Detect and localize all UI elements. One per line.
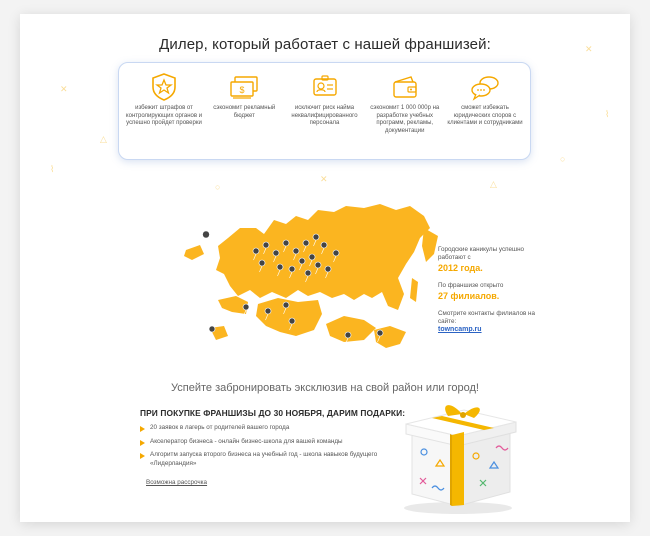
svg-text:$: $ bbox=[240, 85, 245, 95]
gift-box-icon bbox=[404, 405, 517, 514]
gifts-list: 20 заявок в лагерь от родителей вашего г… bbox=[140, 424, 400, 473]
id-card-icon bbox=[312, 75, 337, 96]
benefit-text: исключит риск найма неквалифицированного… bbox=[291, 105, 358, 127]
confetti-decoration: ⌇ bbox=[605, 109, 610, 119]
bullet-triangle-icon bbox=[140, 453, 145, 460]
benefit-item: исключит риск найма неквалифицированного… bbox=[286, 63, 364, 159]
confetti-decoration: ✕ bbox=[60, 84, 68, 94]
gift-box-image bbox=[392, 396, 522, 521]
gift-text: Алгоритм запуска второго бизнеса на учеб… bbox=[150, 451, 378, 467]
installment-link[interactable]: Возможна рассрочка bbox=[146, 479, 207, 486]
confetti-decoration: ✕ bbox=[320, 174, 328, 184]
list-item: 20 заявок в лагерь от родителей вашего г… bbox=[140, 424, 400, 433]
star-badge-icon bbox=[152, 73, 176, 101]
cta-text: Успейте забронировать эксклюзив на свой … bbox=[171, 382, 479, 394]
gift-text: Акселератор бизнеса - онлайн бизнес-школ… bbox=[150, 437, 343, 445]
benefit-text: сэкономит рекламный бюджет bbox=[213, 105, 276, 119]
benefit-text: избежит штрафов от контролирующих органо… bbox=[125, 105, 203, 127]
benefit-item: сможет избежать юридических споров с кли… bbox=[446, 63, 524, 159]
confetti-decoration: ○ bbox=[560, 154, 566, 164]
branches-map bbox=[168, 198, 448, 373]
confetti-decoration: ○ bbox=[215, 182, 221, 192]
money-bills-icon: $ bbox=[230, 76, 258, 99]
confetti-decoration: ⌇ bbox=[50, 164, 55, 174]
benefit-item: $ сэкономит рекламный бюджет bbox=[205, 63, 283, 159]
wallet-icon bbox=[393, 76, 417, 98]
gifts-heading: ПРИ ПОКУПКЕ ФРАНШИЗЫ ДО 30 НОЯБРЯ, ДАРИМ… bbox=[140, 408, 406, 418]
site-link[interactable]: towncamp.ru bbox=[438, 326, 548, 333]
list-item: Алгоритм запуска второго бизнеса на учеб… bbox=[140, 451, 400, 468]
page-title: Дилер, который работает с нашей франшизе… bbox=[159, 36, 491, 53]
stat-year: 2012 года. bbox=[438, 263, 483, 273]
stat-text: Городские каникулы успешно работают с bbox=[438, 246, 525, 261]
confetti-decoration: △ bbox=[490, 179, 497, 189]
benefit-item: сэкономит 1 000 000р на разработке учебн… bbox=[366, 63, 444, 159]
confetti-decoration: △ bbox=[100, 134, 107, 144]
map-pin-icon[interactable] bbox=[202, 230, 210, 247]
gift-text: 20 заявок в лагерь от родителей вашего г… bbox=[150, 424, 290, 431]
benefit-text: сможет избежать юридических споров с кли… bbox=[447, 105, 523, 127]
bullet-triangle-icon bbox=[140, 426, 145, 432]
bullet-triangle-icon bbox=[140, 439, 145, 446]
stat-text: По франшизе открыто bbox=[438, 282, 504, 289]
page-container: ✕ ⌇ △ ✕ ○ ⌇ ✕ ○ △ Дилер, который работае… bbox=[20, 14, 630, 522]
franchise-stats: Городские каникулы успешно работают с 20… bbox=[438, 246, 548, 333]
benefit-text: сэкономит 1 000 000р на разработке учебн… bbox=[370, 105, 440, 134]
stat-branches: 27 филиалов. bbox=[438, 291, 500, 301]
benefits-card: избежит штрафов от контролирующих органо… bbox=[118, 62, 531, 160]
benefit-item: избежит штрафов от контролирующих органо… bbox=[125, 63, 203, 159]
stat-text: Смотрите контакты филиалов на сайте: bbox=[438, 310, 536, 325]
list-item: Акселератор бизнеса - онлайн бизнес-школ… bbox=[140, 438, 400, 447]
chat-bubbles-icon bbox=[471, 76, 499, 101]
russia-map bbox=[184, 204, 438, 348]
